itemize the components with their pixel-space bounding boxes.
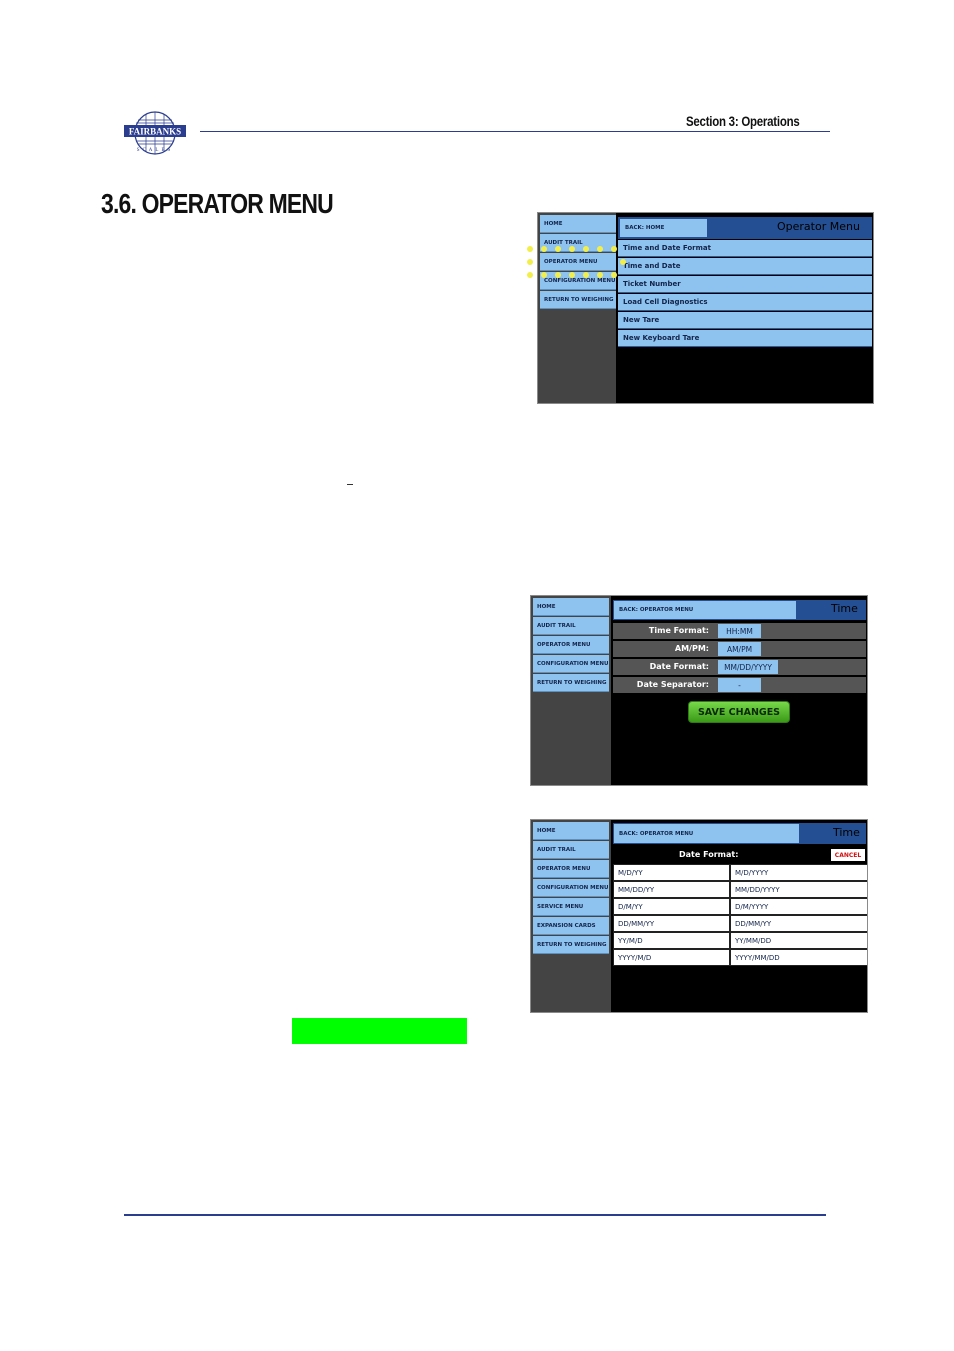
sidebar-item-configuration-menu[interactable]: CONFIGURATION MENU <box>533 655 609 673</box>
time-format-value[interactable]: HH:MM <box>718 624 761 638</box>
date-format-option[interactable]: YYYY/M/D <box>613 949 730 966</box>
back-button[interactable]: BACK: OPERATOR MENU <box>614 601 796 619</box>
sidebar-item-service-menu[interactable]: SERVICE MENU <box>533 898 609 916</box>
date-format-option[interactable]: M/D/YY <box>613 864 730 881</box>
sidebar-item-audit-trail[interactable]: AUDIT TRAIL <box>533 617 609 635</box>
sidebar-item-operator-menu[interactable]: OPERATOR MENU <box>533 860 609 878</box>
save-changes-button[interactable]: SAVE CHANGES <box>688 701 790 723</box>
screen-title: Time <box>833 826 860 839</box>
date-format-option[interactable]: D/M/YY <box>613 898 730 915</box>
underscore-mark <box>347 484 353 485</box>
date-format-value[interactable]: MM/DD/YYYY <box>718 660 778 674</box>
sidebar-item-return-to-weighing[interactable]: RETURN TO WEIGHING <box>533 936 609 954</box>
operator-menu-screen: HOME AUDIT TRAIL OPERATOR MENU CONFIGURA… <box>537 212 874 404</box>
sidebar: HOME AUDIT TRAIL OPERATOR MENU CONFIGURA… <box>538 213 616 403</box>
menu-item-time-date-format[interactable]: Time and Date Format <box>618 240 872 257</box>
date-format-option[interactable]: D/M/YYYY <box>730 898 867 915</box>
sidebar-item-configuration-menu[interactable]: CONFIGURATION MENU <box>540 272 616 290</box>
cancel-button[interactable]: CANCEL <box>831 849 865 861</box>
sidebar: HOME AUDIT TRAIL OPERATOR MENU CONFIGURA… <box>531 596 611 785</box>
date-format-option[interactable]: YYYY/MM/DD <box>730 949 867 966</box>
sidebar-item-audit-trail[interactable]: AUDIT TRAIL <box>533 841 609 859</box>
screen-title: Time <box>831 602 858 615</box>
menu-item-new-tare[interactable]: New Tare <box>618 312 872 329</box>
date-format-option[interactable]: MM/DD/YYYY <box>730 881 867 898</box>
sidebar-item-return-to-weighing[interactable]: RETURN TO WEIGHING <box>540 291 616 309</box>
menu-item-new-keyboard-tare[interactable]: New Keyboard Tare <box>618 330 872 347</box>
back-button[interactable]: BACK: OPERATOR MENU <box>614 824 799 843</box>
sidebar-item-home[interactable]: HOME <box>533 822 609 840</box>
date-format-option[interactable]: DD/MM/YY <box>730 915 867 932</box>
time-settings-screen: HOME AUDIT TRAIL OPERATOR MENU CONFIGURA… <box>530 595 868 786</box>
ampm-label: AM/PM: <box>674 644 709 653</box>
fairbanks-logo: FAIRBANKS SCALES <box>124 111 186 155</box>
sidebar-item-operator-menu[interactable]: OPERATOR MENU <box>533 636 609 654</box>
time-format-label: Time Format: <box>648 626 709 635</box>
date-separator-label: Date Separator: <box>636 680 709 689</box>
date-format-label: Date Format: <box>649 662 709 671</box>
date-format-option[interactable]: DD/MM/YY <box>613 915 730 932</box>
date-format-picker-label: Date Format: <box>679 850 739 859</box>
header-rule <box>200 131 830 132</box>
ampm-value[interactable]: AM/PM <box>718 642 761 656</box>
sidebar-item-expansion-cards[interactable]: EXPANSION CARDS <box>533 917 609 935</box>
highlight-bar <box>292 1018 467 1044</box>
page-heading: 3.6. OPERATOR MENU <box>101 188 334 219</box>
menu-item-load-cell-diagnostics[interactable]: Load Cell Diagnostics <box>618 294 872 311</box>
sidebar-item-audit-trail[interactable]: AUDIT TRAIL <box>540 234 616 252</box>
sidebar-item-home[interactable]: HOME <box>533 598 609 616</box>
back-button[interactable]: BACK: HOME <box>620 219 707 237</box>
menu-item-ticket-number[interactable]: Ticket Number <box>618 276 872 293</box>
footer-rule <box>124 1214 826 1216</box>
date-format-option[interactable]: YY/MM/DD <box>730 932 867 949</box>
sidebar-item-home[interactable]: HOME <box>540 215 616 233</box>
sidebar-item-operator-menu[interactable]: OPERATOR MENU <box>540 253 616 271</box>
date-format-option[interactable]: M/D/YYYY <box>730 864 867 881</box>
section-label: Section 3: Operations <box>686 113 800 129</box>
sidebar: HOME AUDIT TRAIL OPERATOR MENU CONFIGURA… <box>531 820 611 1012</box>
sidebar-item-configuration-menu[interactable]: CONFIGURATION MENU <box>533 879 609 897</box>
screen-title: Operator Menu <box>777 220 860 233</box>
date-format-option[interactable]: YY/M/D <box>613 932 730 949</box>
date-format-picker-screen: HOME AUDIT TRAIL OPERATOR MENU CONFIGURA… <box>530 819 868 1013</box>
sidebar-item-return-to-weighing[interactable]: RETURN TO WEIGHING <box>533 674 609 692</box>
date-format-option[interactable]: MM/DD/YY <box>613 881 730 898</box>
svg-text:FAIRBANKS: FAIRBANKS <box>129 127 181 137</box>
date-separator-value[interactable]: - <box>718 678 761 692</box>
svg-text:SCALES: SCALES <box>137 148 174 153</box>
menu-item-time-and-date[interactable]: Time and Date <box>618 258 872 275</box>
